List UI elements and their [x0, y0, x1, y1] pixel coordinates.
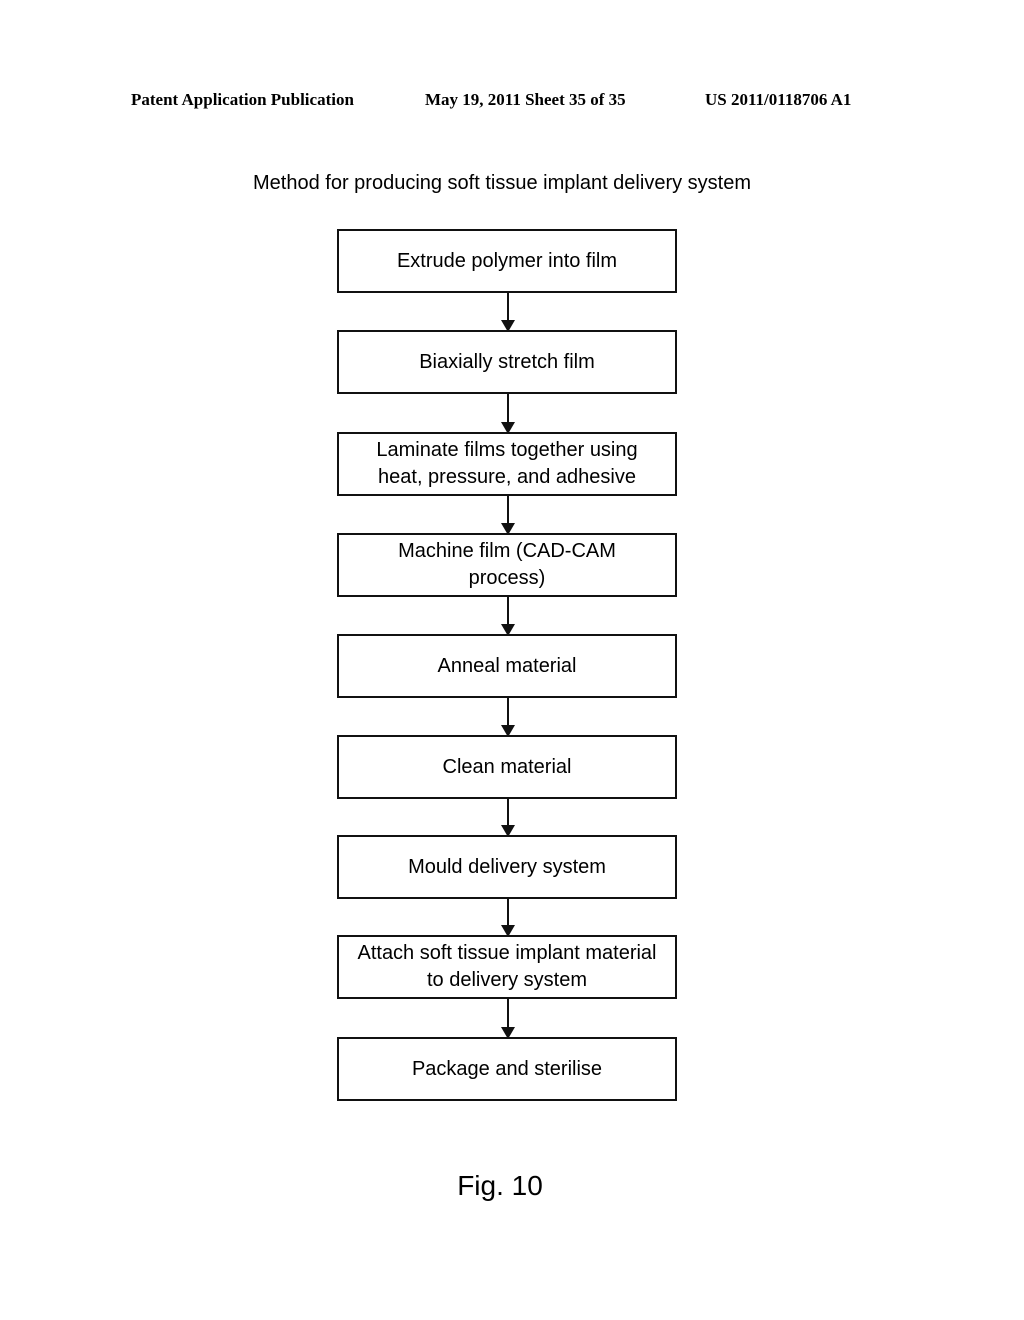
flow-step-7: Mould delivery system — [337, 835, 677, 899]
arrow-down-icon — [501, 799, 515, 837]
figure-label: Fig. 10 — [457, 1170, 543, 1201]
flow-step-label: Biaxially stretch film — [419, 350, 595, 373]
publication-label: Patent Application Publication — [131, 90, 354, 109]
flow-step-label: Machine film (CAD-CAM process) — [398, 540, 616, 589]
flow-step-8: Attach soft tissue implant material to d… — [337, 935, 677, 999]
flow-step-5: Anneal material — [337, 634, 677, 698]
flow-step-4: Machine film (CAD-CAM process) — [337, 533, 677, 597]
arrow-down-icon — [501, 394, 515, 434]
flow-step-label: Extrude polymer into film — [396, 249, 618, 272]
flow-step-9: Package and sterilise — [337, 1037, 677, 1101]
flow-step-label: Laminate films together using heat, pres… — [376, 439, 638, 488]
flow-step-1: Extrude polymer into film — [337, 229, 677, 293]
flow-step-label: Anneal material — [437, 654, 577, 677]
arrow-down-icon — [501, 597, 515, 636]
flow-step-6: Clean material — [337, 735, 677, 799]
arrow-down-icon — [501, 293, 515, 332]
patent-number: US 2011/0118706 A1 — [705, 90, 852, 109]
arrow-down-icon — [501, 496, 515, 535]
flow-step-2: Biaxially stretch film — [337, 330, 677, 394]
diagram-title: Method for producing soft tissue implant… — [253, 172, 751, 194]
flow-step-label: Attach soft tissue implant material to d… — [357, 942, 657, 991]
arrow-down-icon — [501, 698, 515, 737]
flow-step-label: Package and sterilise — [411, 1057, 603, 1080]
flow-step-label: Mould delivery system — [408, 855, 606, 878]
arrow-down-icon — [501, 999, 515, 1039]
flow-step-3: Laminate films together using heat, pres… — [337, 432, 677, 496]
arrow-down-icon — [501, 899, 515, 937]
flow-step-label: Clean material — [442, 755, 572, 778]
date-sheet-label: May 19, 2011 Sheet 35 of 35 — [425, 90, 626, 109]
